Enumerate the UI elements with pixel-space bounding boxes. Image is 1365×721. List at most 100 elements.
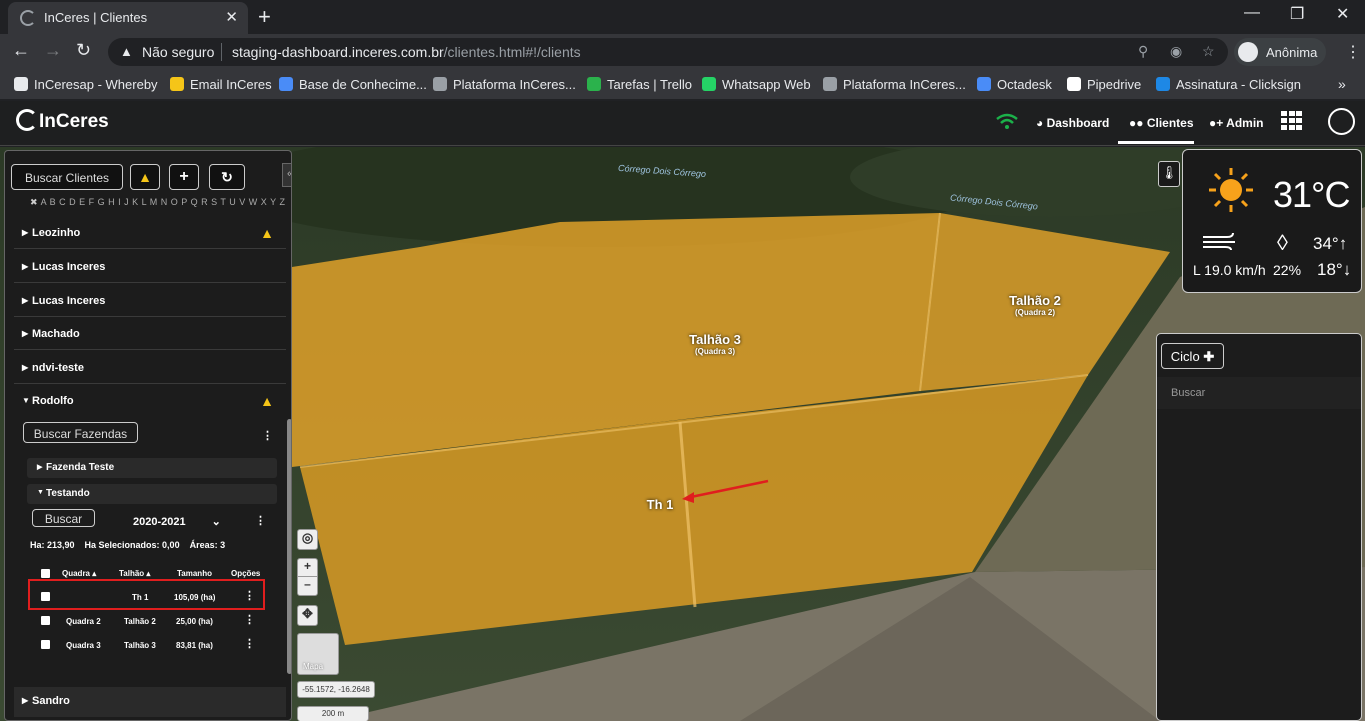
map-type-toggle[interactable]: Mapa [297, 633, 339, 675]
thermometer-button[interactable]: 🌡 [1158, 161, 1180, 187]
search-clients-button[interactable]: Buscar Clientes [11, 164, 123, 190]
minimize-button[interactable]: — [1244, 4, 1260, 22]
row-checkbox[interactable] [41, 592, 50, 601]
move-arrows-icon: ✥ [302, 606, 313, 621]
warning-icon[interactable]: ▲ [120, 44, 133, 59]
client-name: Lucas Inceres [32, 261, 106, 273]
ciclo-search-placeholder: Buscar [1171, 387, 1206, 399]
inceres-logo[interactable]: InCeres [16, 109, 109, 133]
row-checkbox[interactable] [41, 616, 50, 625]
bookmark-item[interactable]: Plataforma InCeres... [823, 77, 966, 92]
field-label[interactable]: Talhão 3 (Quadra 3) [660, 332, 770, 356]
client-row[interactable]: ▶ Sandro [14, 687, 286, 717]
farm-options-icon[interactable]: ⋮ [255, 514, 266, 527]
maximize-button[interactable]: ❐ [1290, 4, 1304, 24]
field-sub: (Quadra 3) [694, 347, 735, 356]
omnibox-divider [221, 43, 222, 61]
address-bar[interactable]: ▲ Não seguro staging-dashboard.inceres.c… [108, 38, 1228, 66]
buscar-button[interactable]: Buscar [32, 509, 95, 527]
user-avatar-icon[interactable] [1328, 108, 1355, 135]
client-row[interactable]: ▶ Lucas Inceres [14, 253, 286, 283]
zoom-in-button[interactable]: + [298, 559, 317, 577]
caret-right-icon: ▶ [22, 296, 29, 305]
search-farms-button[interactable]: Buscar Fazendas [23, 422, 138, 443]
url-text[interactable]: staging-dashboard.inceres.com.br/cliente… [232, 44, 581, 60]
browser-menu-icon[interactable]: ⋮ [1345, 42, 1361, 62]
incognito-profile[interactable]: Anônima [1234, 38, 1326, 66]
forward-arrow-icon[interactable]: → [44, 40, 62, 61]
dashboard-icon: ◕ [1036, 116, 1047, 130]
nav-admin[interactable]: ●+ Admin [1209, 116, 1264, 130]
bookmark-label: Base de Conhecime... [299, 77, 427, 92]
col-opcoes: Opções [231, 569, 261, 578]
season-select[interactable]: 2020-2021 ⌄ [133, 515, 221, 528]
select-all-checkbox[interactable] [41, 569, 50, 578]
refresh-button[interactable]: ↻ [209, 164, 245, 190]
weather-widget: 31°C L 19.0 km/h ◊ 22% 34°↑ 18°↓ [1182, 149, 1362, 293]
client-row[interactable]: ▶ Leozinho ▲ [14, 219, 286, 249]
client-name: ndvi-teste [32, 362, 84, 374]
row-options-icon[interactable]: ⋮ [244, 589, 255, 602]
logo-text: InCeres [39, 111, 109, 132]
field-label[interactable]: Th 1 [630, 497, 690, 512]
close-window-button[interactable]: ✕ [1336, 4, 1349, 24]
caret-right-icon: ▶ [22, 262, 29, 271]
bookmark-label: Email InCeres [190, 77, 272, 92]
row-options-icon[interactable]: ⋮ [244, 613, 255, 626]
field-label[interactable]: Talhão 2 (Quadra 2) [980, 293, 1090, 317]
pan-button[interactable]: ✥ [297, 605, 318, 626]
client-name: Rodolfo [32, 395, 74, 407]
warning-filter-button[interactable]: ▲ [130, 164, 160, 190]
browser-tab[interactable]: InCeres | Clientes ✕ [8, 2, 248, 34]
bookmark-item[interactable]: Octadesk [977, 77, 1052, 92]
bookmark-label: InCeresap - Whereby [34, 77, 158, 92]
octadesk-icon [977, 77, 991, 91]
panel-scrollbar[interactable] [287, 419, 291, 674]
client-row[interactable]: ▶ ndvi-teste [14, 354, 286, 384]
apps-grid-icon[interactable] [1281, 111, 1305, 131]
zoom-icon[interactable]: ⚲ [1138, 43, 1148, 60]
bookmark-label: Whatsapp Web [722, 77, 811, 92]
eye-off-icon[interactable]: ◉ [1170, 43, 1182, 60]
row-options-icon[interactable]: ⋮ [244, 637, 255, 650]
bookmark-item[interactable]: InCeresap - Whereby [14, 77, 158, 92]
tab-close-icon[interactable]: ✕ [225, 8, 238, 26]
star-icon[interactable]: ☆ [1202, 43, 1215, 60]
bookmark-item[interactable]: Tarefas | Trello [587, 77, 692, 92]
collapse-panel-button[interactable]: « [282, 163, 291, 187]
reload-icon[interactable]: ↻ [76, 40, 91, 61]
ciclo-button[interactable]: Ciclo ✚ [1161, 343, 1224, 369]
caret-right-icon: ▶ [37, 464, 43, 471]
wifi-icon [996, 113, 1018, 129]
new-tab-button[interactable]: + [258, 4, 271, 30]
client-row[interactable]: ▶ Lucas Inceres [14, 287, 286, 317]
clear-filter-icon[interactable]: ✖ [30, 197, 38, 207]
bookmark-item[interactable]: Whatsapp Web [702, 77, 811, 92]
nav-dashboard[interactable]: ◕ Dashboard [1036, 116, 1109, 130]
zoom-out-button[interactable]: – [298, 577, 317, 591]
back-arrow-icon[interactable]: ← [12, 40, 30, 61]
compass-button[interactable]: ◎ [297, 529, 318, 550]
farm-row-expanded[interactable]: ▼ Testando [27, 484, 277, 504]
add-client-button[interactable]: + [169, 164, 199, 190]
bookmark-item[interactable]: Plataforma InCeres... [433, 77, 576, 92]
ciclo-search[interactable]: Buscar [1157, 377, 1361, 409]
col-quadra[interactable]: Quadra ▴ [62, 569, 96, 578]
bookmarks-overflow-button[interactable]: » [1338, 76, 1346, 92]
bookmark-item[interactable]: Assinatura - Clicksign [1156, 77, 1301, 92]
col-talhao[interactable]: Talhão ▴ [119, 569, 150, 578]
col-tamanho[interactable]: Tamanho [177, 569, 212, 578]
bookmark-item[interactable]: Email InCeres [170, 77, 272, 92]
farm-row[interactable]: ▶ Fazenda Teste [27, 458, 277, 478]
client-row[interactable]: ▶ Machado [14, 320, 286, 350]
alphabet-letters[interactable]: A B C D E F G H I J K L M N O P Q R S T … [41, 197, 286, 207]
bookmark-item[interactable]: Pipedrive [1067, 77, 1141, 92]
bookmark-item[interactable]: Base de Conhecime... [279, 77, 427, 92]
security-label[interactable]: Não seguro [142, 44, 214, 60]
row-checkbox[interactable] [41, 640, 50, 649]
nav-clientes[interactable]: ●● Clientes [1129, 116, 1194, 130]
ciclo-panel: Ciclo ✚ Buscar [1156, 333, 1362, 721]
client-row-expanded[interactable]: ▼ Rodolfo ▲ [14, 387, 286, 417]
alphabet-filter[interactable]: ✖ A B C D E F G H I J K L M N O P Q R S … [30, 197, 285, 208]
client-options-icon[interactable]: ⋮ [262, 429, 273, 442]
